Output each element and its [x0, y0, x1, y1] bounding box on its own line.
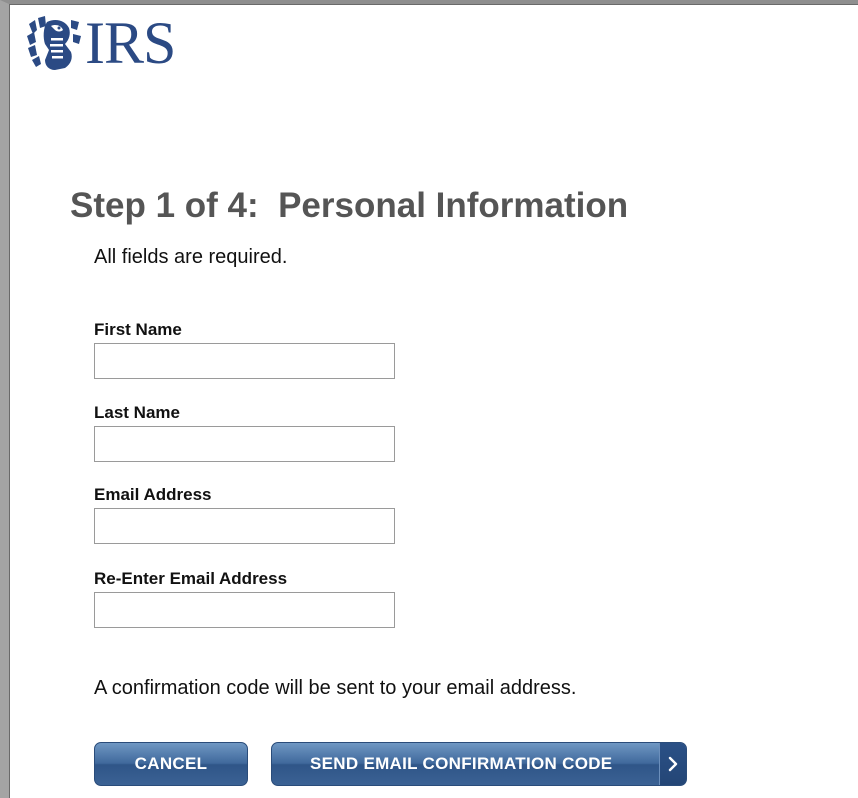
required-fields-note: All fields are required. [94, 246, 288, 268]
cancel-button[interactable]: CANCEL [94, 742, 248, 786]
last-name-label: Last Name [94, 403, 180, 422]
email-field[interactable] [94, 508, 395, 544]
send-email-confirmation-code-button[interactable]: SEND EMAIL CONFIRMATION CODE [271, 742, 687, 786]
irs-logo[interactable]: IRS [25, 10, 176, 76]
email-address-label: Email Address [94, 485, 212, 504]
page-title: Step 1 of 4: Personal Information [70, 186, 629, 225]
chevron-right-icon [659, 743, 686, 785]
reenter-email-label: Re-Enter Email Address [94, 569, 288, 588]
eagle-emblem-icon [27, 16, 81, 70]
browser-window-frame: IRS Step 1 of 4: Personal Information Al… [0, 0, 858, 798]
first-name-field[interactable] [94, 343, 395, 379]
cancel-button-label: CANCEL [134, 754, 208, 773]
reenter-email-field[interactable] [94, 592, 395, 628]
logo-text: IRS [85, 10, 176, 76]
confirmation-code-note: A confirmation code will be sent to your… [94, 677, 577, 699]
last-name-field[interactable] [94, 426, 395, 462]
send-button-label: SEND EMAIL CONFIRMATION CODE [310, 754, 613, 773]
first-name-label: First Name [94, 320, 182, 339]
